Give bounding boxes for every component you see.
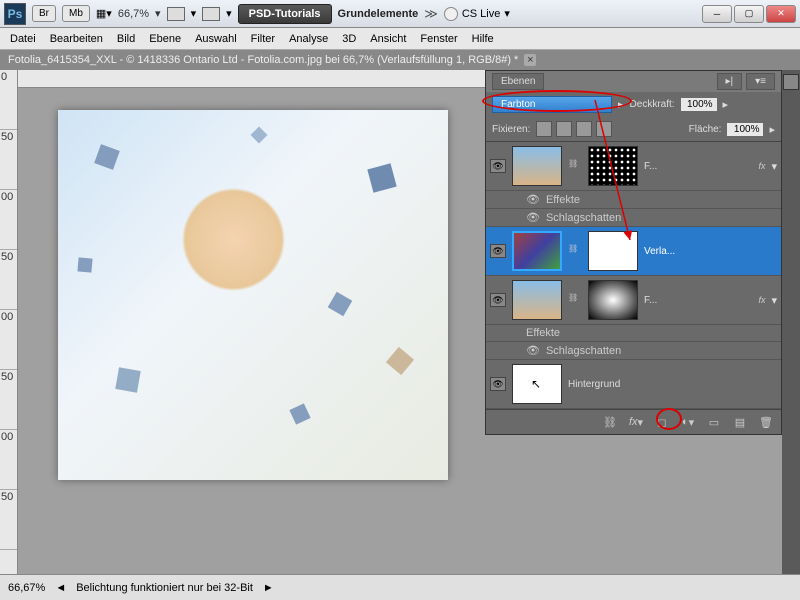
menu-fenster[interactable]: Fenster xyxy=(420,33,457,45)
layer-row[interactable]: 👁 ↖ Hintergrund xyxy=(486,360,781,409)
status-message: Belichtung funktioniert nur bei 32-Bit xyxy=(76,582,253,594)
layer-name[interactable]: F... xyxy=(644,161,752,172)
layer-effects[interactable]: Effekte xyxy=(486,325,781,342)
minibridge-button[interactable]: Mb xyxy=(62,5,90,22)
workspace-psdtutorials[interactable]: PSD-Tutorials xyxy=(238,4,332,24)
visibility-icon[interactable]: 👁 xyxy=(490,244,506,258)
layer-style-icon[interactable]: fx▾ xyxy=(627,414,645,430)
menu-3d[interactable]: 3D xyxy=(342,33,356,45)
layers-panel: Ebenen ▸|▾≡ Farbton▸ Deckkraft: 100%▸ Fi… xyxy=(485,70,782,435)
layer-row[interactable]: 👁 ⛓ Verla... xyxy=(486,227,781,276)
layer-group-icon[interactable]: ▭ xyxy=(705,414,723,430)
workspace-more-icon[interactable]: ≫ xyxy=(424,6,438,22)
link-icon[interactable]: ⛓ xyxy=(568,293,578,307)
layers-panel-buttons: ⛓ fx▾ ◻ ◐▾ ▭ ▤ 🗑 xyxy=(486,409,781,434)
dock-icon[interactable] xyxy=(783,74,799,90)
adjustment-layer-icon[interactable]: ◐▾ xyxy=(679,414,697,430)
close-button[interactable]: ✕ xyxy=(766,5,796,23)
lock-pixels-icon[interactable] xyxy=(556,121,572,137)
statusbar: 66,67% ◄ Belichtung funktioniert nur bei… xyxy=(0,574,800,600)
link-icon[interactable]: ⛓ xyxy=(568,159,578,173)
maximize-button[interactable]: ▢ xyxy=(734,5,764,23)
layer-effects[interactable]: 👁Effekte xyxy=(486,191,781,209)
menu-ansicht[interactable]: Ansicht xyxy=(370,33,406,45)
blend-row: Farbton▸ Deckkraft: 100%▸ xyxy=(486,92,781,117)
menu-filter[interactable]: Filter xyxy=(251,33,275,45)
visibility-icon[interactable]: 👁 xyxy=(490,159,506,173)
layer-thumbnail[interactable] xyxy=(512,146,562,186)
layer-thumbnail[interactable]: ↖ xyxy=(512,364,562,404)
bridge-button[interactable]: Br xyxy=(32,5,56,22)
screenmode-button[interactable] xyxy=(167,7,185,21)
zoom-pct[interactable]: 66,7% xyxy=(118,8,149,20)
canvas[interactable] xyxy=(58,110,448,480)
delete-layer-icon[interactable]: 🗑 xyxy=(757,414,775,430)
status-scroll-left-icon[interactable]: ◄ xyxy=(55,582,66,594)
layer-thumbnail[interactable] xyxy=(512,280,562,320)
fill-input[interactable]: 100% xyxy=(727,123,763,136)
layer-thumbnail[interactable] xyxy=(512,231,562,271)
panel-tab-ebenen[interactable]: Ebenen xyxy=(492,73,544,90)
fx-badge[interactable]: fx xyxy=(758,161,765,171)
lock-all-icon[interactable] xyxy=(596,121,612,137)
link-layers-icon[interactable]: ⛓ xyxy=(601,414,619,430)
menu-ebene[interactable]: Ebene xyxy=(149,33,181,45)
panel-collapse-icon[interactable]: ▸| xyxy=(717,73,743,90)
layers-list: 👁 ⛓ F... fx▾ 👁Effekte 👁Schlagschatten 👁 … xyxy=(486,142,781,409)
workspace-grundelemente[interactable]: Grundelemente xyxy=(338,8,419,20)
menu-analyse[interactable]: Analyse xyxy=(289,33,328,45)
new-layer-icon[interactable]: ▤ xyxy=(731,414,749,430)
chevron-down-icon[interactable]: ▸ xyxy=(618,98,624,111)
status-scroll-right-icon[interactable]: ► xyxy=(263,582,274,594)
canvas-image xyxy=(58,110,448,480)
layer-mask-icon[interactable]: ◻ xyxy=(653,414,671,430)
lock-position-icon[interactable] xyxy=(576,121,592,137)
layer-mask-thumbnail[interactable] xyxy=(588,280,638,320)
menu-auswahl[interactable]: Auswahl xyxy=(195,33,237,45)
side-dock xyxy=(782,70,800,574)
layer-mask-thumbnail[interactable] xyxy=(588,231,638,271)
ruler-vertical: 050005000500050 xyxy=(0,70,18,574)
lock-transparency-icon[interactable] xyxy=(536,121,552,137)
document-tab-title: Fotolia_6415354_XXL - © 1418336 Ontario … xyxy=(8,54,518,66)
fx-badge[interactable]: fx xyxy=(758,295,765,305)
opacity-input[interactable]: 100% xyxy=(681,98,717,111)
photoshop-icon[interactable]: Ps xyxy=(4,3,26,25)
menu-bild[interactable]: Bild xyxy=(117,33,135,45)
visibility-icon[interactable]: 👁 xyxy=(490,293,506,307)
layer-effect-dropshadow[interactable]: 👁Schlagschatten xyxy=(486,342,781,360)
status-zoom[interactable]: 66,67% xyxy=(8,582,45,594)
menu-bearbeiten[interactable]: Bearbeiten xyxy=(50,33,103,45)
arrange-icon[interactable]: ▦▾ xyxy=(96,7,112,20)
menu-datei[interactable]: Datei xyxy=(10,33,36,45)
document-tab-close-icon[interactable]: × xyxy=(524,54,536,66)
menubar: Datei Bearbeiten Bild Ebene Auswahl Filt… xyxy=(0,28,800,50)
layer-mask-thumbnail[interactable] xyxy=(588,146,638,186)
document-tab[interactable]: Fotolia_6415354_XXL - © 1418336 Ontario … xyxy=(0,50,800,70)
lock-label: Fixieren: xyxy=(492,124,530,135)
blend-mode-dropdown[interactable]: Farbton xyxy=(492,96,612,113)
minimize-button[interactable]: ─ xyxy=(702,5,732,23)
layer-row[interactable]: 👁 ⛓ F... fx▾ xyxy=(486,276,781,325)
layer-row[interactable]: 👁 ⛓ F... fx▾ xyxy=(486,142,781,191)
cslive-button[interactable]: CS Live▾ xyxy=(444,7,510,21)
layer-name[interactable]: Verla... xyxy=(644,246,777,257)
layer-name[interactable]: Hintergrund xyxy=(568,379,777,390)
fill-label: Fläche: xyxy=(689,124,722,135)
menu-hilfe[interactable]: Hilfe xyxy=(472,33,494,45)
titlebar: Ps Br Mb ▦▾ 66,7%▾ ▾ ▾ PSD-Tutorials Gru… xyxy=(0,0,800,28)
layer-effect-dropshadow[interactable]: 👁Schlagschatten xyxy=(486,209,781,227)
visibility-icon[interactable]: 👁 xyxy=(490,377,506,391)
viewextras-button[interactable] xyxy=(202,7,220,21)
panel-menu-icon[interactable]: ▾≡ xyxy=(746,73,775,90)
lock-row: Fixieren: Fläche: 100%▸ xyxy=(486,117,781,142)
layer-name[interactable]: F... xyxy=(644,295,752,306)
panel-tabbar: Ebenen ▸|▾≡ xyxy=(486,71,781,92)
link-icon[interactable]: ⛓ xyxy=(568,244,578,258)
opacity-label: Deckkraft: xyxy=(630,99,675,110)
